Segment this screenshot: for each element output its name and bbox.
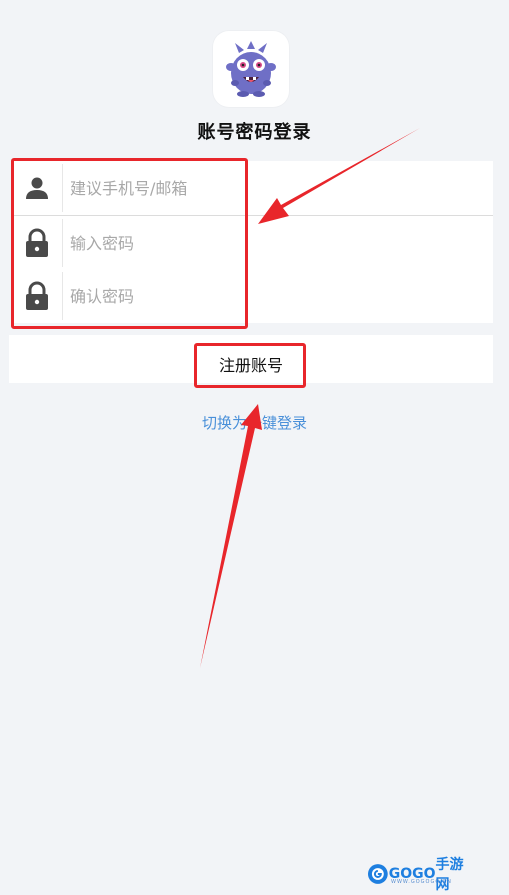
app-logo <box>213 31 289 107</box>
gogo-logo-icon <box>367 864 388 884</box>
annotation-arrow-register <box>200 404 262 668</box>
watermark-suffix: 手游网 <box>435 857 464 893</box>
page-title: 账号密码登录 <box>197 122 312 143</box>
annotation-box-register <box>194 343 306 388</box>
annotation-box-form <box>11 158 248 329</box>
switch-login-link[interactable]: 切换为一键登录 <box>0 412 509 433</box>
watermark: GOGO 手游网 WWW.GOGOGO.CN <box>367 857 477 893</box>
monster-mascot-icon <box>226 41 276 97</box>
watermark-url: WWW.GOGOGO.CN <box>391 879 452 885</box>
